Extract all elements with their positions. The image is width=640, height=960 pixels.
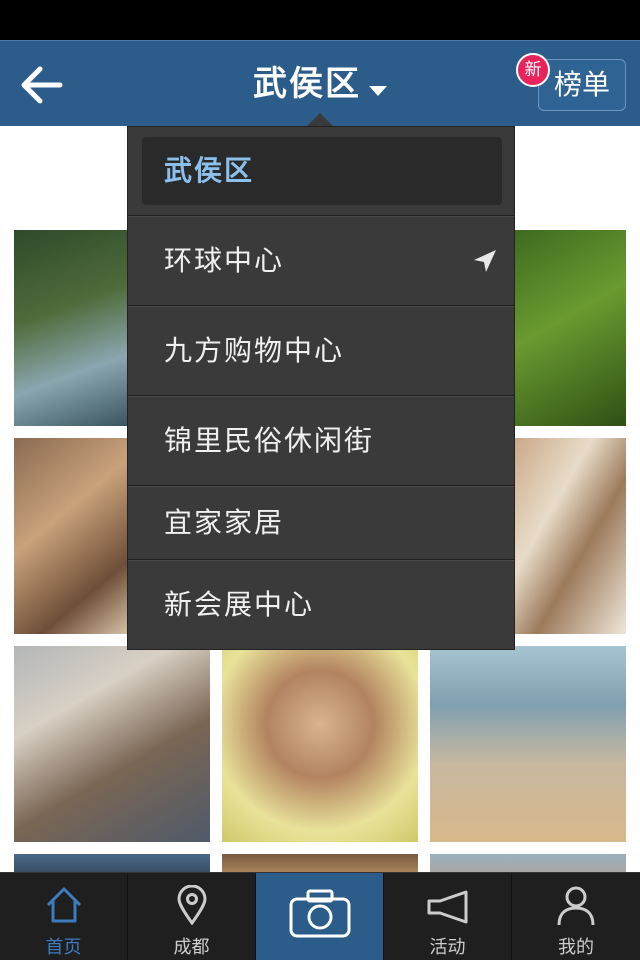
- photo-thumbnail[interactable]: [222, 854, 418, 872]
- dropdown-item[interactable]: 环球中心: [128, 217, 514, 305]
- tab-label: 成都: [173, 937, 210, 958]
- tab-city[interactable]: 成都: [128, 873, 256, 960]
- dropdown-item[interactable]: 九方购物中心: [128, 307, 514, 395]
- dropdown-item-label: 环球中心: [164, 244, 285, 277]
- user-icon: [557, 886, 595, 926]
- dropdown-selected-item[interactable]: 武侯区: [142, 137, 502, 205]
- tab-label: 我的: [558, 937, 594, 958]
- dropdown-item[interactable]: 宜家家居: [128, 487, 514, 559]
- location-pin-icon: [177, 885, 207, 925]
- photo-thumbnail[interactable]: [14, 854, 210, 872]
- tab-camera[interactable]: [256, 873, 384, 960]
- dropdown-item[interactable]: 新会展中心: [128, 561, 514, 649]
- photo-thumbnail[interactable]: [430, 854, 626, 872]
- photo-thumbnail[interactable]: [14, 438, 128, 634]
- photo-thumbnail[interactable]: [222, 646, 418, 842]
- district-dropdown: 武侯区 环球中心 九方购物中心 锦里民俗休闲街 宜家家居 新会展中心: [127, 126, 515, 650]
- location-arrow-icon: [474, 250, 496, 272]
- dropdown-item-label: 新会展中心: [164, 588, 315, 621]
- page-title: 武侯区: [253, 64, 361, 104]
- tab-label: 首页: [45, 937, 82, 958]
- dropdown-item-label: 九方购物中心: [164, 334, 345, 367]
- photo-thumbnail[interactable]: [14, 230, 128, 426]
- tab-label: 活动: [429, 937, 466, 958]
- new-badge: 新: [516, 53, 550, 87]
- tab-events[interactable]: 活动: [384, 873, 512, 960]
- tab-home[interactable]: 首页: [0, 873, 128, 960]
- dropdown-item[interactable]: 锦里民俗休闲街: [128, 397, 514, 485]
- caret-down-icon: [369, 85, 387, 96]
- dropdown-pointer: [307, 113, 333, 126]
- tab-profile[interactable]: 我的: [512, 873, 640, 960]
- photo-thumbnail[interactable]: [514, 438, 626, 634]
- photo-thumbnail[interactable]: [514, 230, 626, 426]
- status-bar: [0, 0, 640, 40]
- camera-icon: [289, 889, 351, 938]
- selected-district-label: 武侯区: [164, 154, 255, 187]
- home-icon: [46, 887, 82, 923]
- megaphone-icon: [427, 890, 468, 924]
- dropdown-item-label: 宜家家居: [164, 506, 285, 539]
- photo-thumbnail[interactable]: [14, 646, 210, 842]
- dropdown-item-label: 锦里民俗休闲街: [164, 424, 375, 457]
- rank-button[interactable]: 榜单: [538, 59, 626, 111]
- photo-thumbnail[interactable]: [430, 646, 626, 842]
- tab-bar: 首页 成都 活动 我的: [0, 872, 640, 960]
